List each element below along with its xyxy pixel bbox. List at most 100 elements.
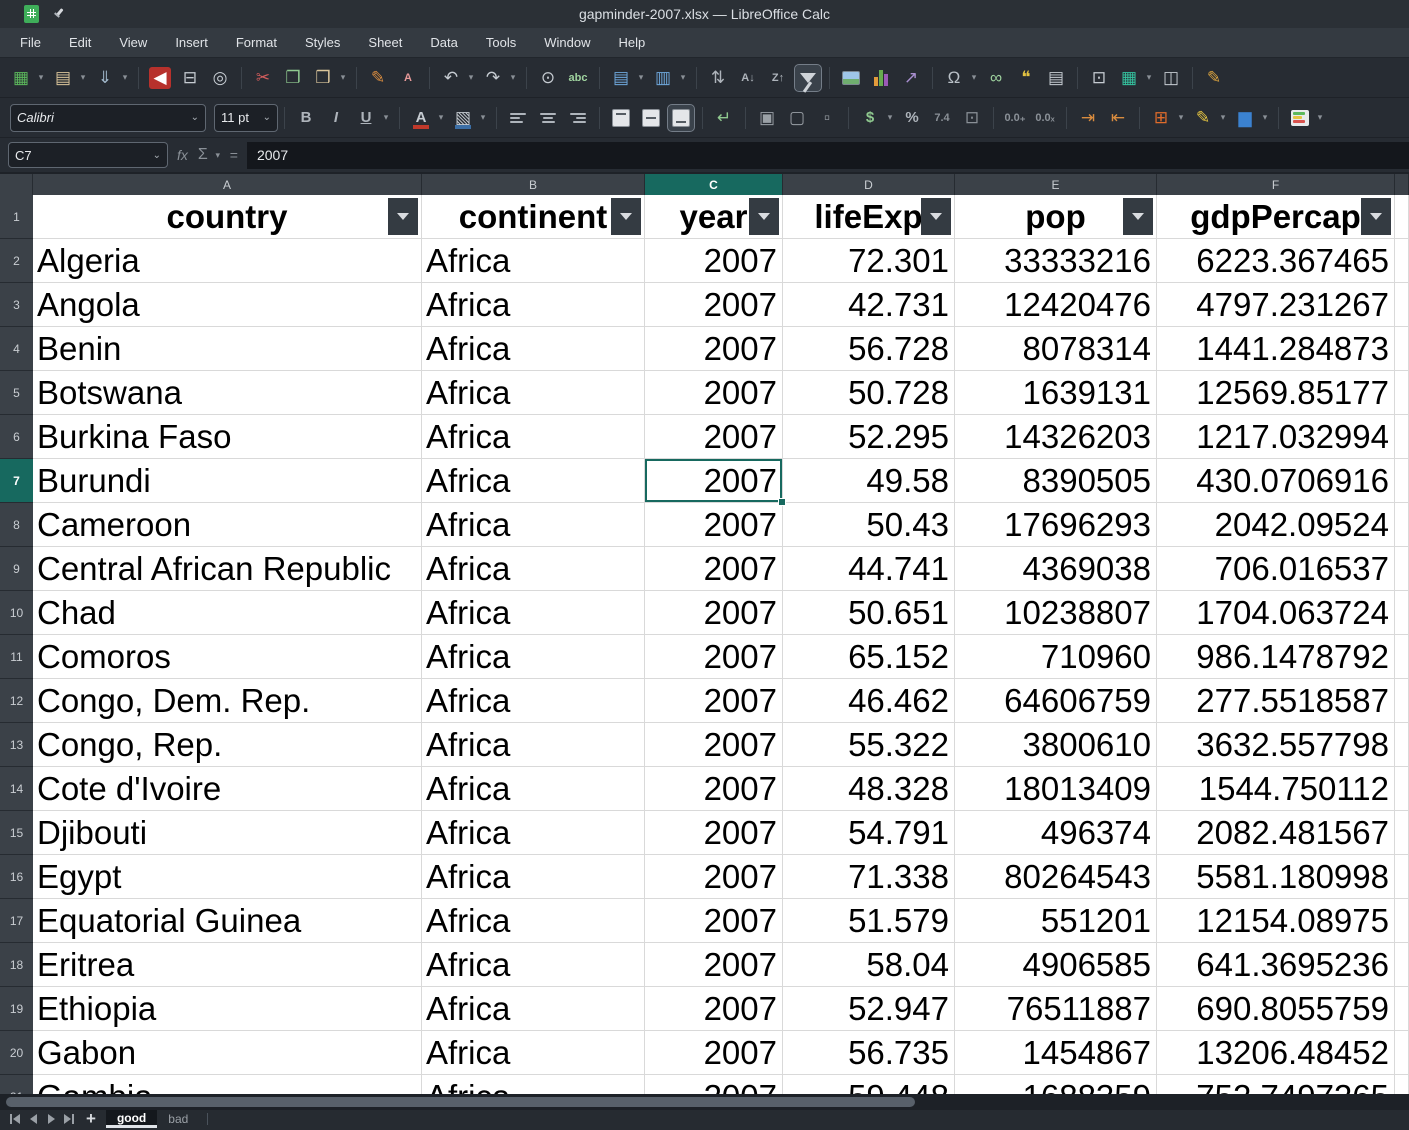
cell-A7[interactable]: Burundi — [33, 459, 422, 503]
cell-E11[interactable]: 710960 — [955, 635, 1157, 679]
special-character-icon[interactable]: Ω — [941, 65, 967, 91]
row-icon[interactable]: ▤ — [608, 65, 634, 91]
freeze-rows-columns-dropdown[interactable]: ▾ — [1144, 65, 1154, 91]
cell-F16[interactable]: 5581.180998 — [1157, 855, 1395, 899]
autofilter-button-year[interactable] — [749, 198, 779, 235]
cell-E3[interactable]: 12420476 — [955, 283, 1157, 327]
cell-A12[interactable]: Congo, Dem. Rep. — [33, 679, 422, 723]
cell-C10[interactable]: 2007 — [645, 591, 783, 635]
insert-hyperlink-icon[interactable]: ∞ — [983, 65, 1009, 91]
decrease-indent-icon[interactable]: ⇤ — [1105, 105, 1131, 131]
currency-icon[interactable]: $ — [857, 105, 883, 131]
cell-D7[interactable]: 49.58 — [783, 459, 955, 503]
cell-E12[interactable]: 64606759 — [955, 679, 1157, 723]
cell-B20[interactable]: Africa — [422, 1031, 645, 1075]
cell-B4[interactable]: Africa — [422, 327, 645, 371]
align-top-icon[interactable] — [608, 105, 634, 131]
menu-styles[interactable]: Styles — [291, 31, 354, 54]
cell-C14[interactable]: 2007 — [645, 767, 783, 811]
cell-A19[interactable]: Ethiopia — [33, 987, 422, 1031]
cell-D8[interactable]: 50.43 — [783, 503, 955, 547]
cell-E9[interactable]: 4369038 — [955, 547, 1157, 591]
cell-D1[interactable]: lifeExp — [783, 195, 955, 239]
align-left-icon[interactable] — [505, 105, 531, 131]
cell-F9[interactable]: 706.016537 — [1157, 547, 1395, 591]
redo-icon[interactable]: ↷ — [480, 65, 506, 91]
cell-C16[interactable]: 2007 — [645, 855, 783, 899]
cell-A16[interactable]: Egypt — [33, 855, 422, 899]
cell-C18[interactable]: 2007 — [645, 943, 783, 987]
open-icon[interactable]: ▤ — [50, 65, 76, 91]
sort-icon[interactable]: ⇅ — [705, 65, 731, 91]
cell-C9[interactable]: 2007 — [645, 547, 783, 591]
row-header-5[interactable]: 5 — [0, 371, 33, 415]
cell-F6[interactable]: 1217.032994 — [1157, 415, 1395, 459]
row-header-20[interactable]: 20 — [0, 1031, 33, 1075]
font-name-select[interactable]: Calibri ⌄ — [10, 103, 206, 132]
italic-icon[interactable]: I — [323, 105, 349, 131]
menu-window[interactable]: Window — [530, 31, 604, 54]
pivot-table-icon[interactable]: ↗ — [898, 65, 924, 91]
cell-D19[interactable]: 52.947 — [783, 987, 955, 1031]
print-preview-icon[interactable]: ◎ — [207, 65, 233, 91]
cell-F5[interactable]: 12569.85177 — [1157, 371, 1395, 415]
row-header-17[interactable]: 17 — [0, 899, 33, 943]
clone-formatting-icon[interactable]: ✎ — [365, 65, 391, 91]
border-color-dropdown[interactable]: ▾ — [1260, 105, 1270, 131]
cell-E6[interactable]: 14326203 — [955, 415, 1157, 459]
cell-C3[interactable]: 2007 — [645, 283, 783, 327]
cell-E7[interactable]: 8390505 — [955, 459, 1157, 503]
cell-A4[interactable]: Benin — [33, 327, 422, 371]
font-size-select[interactable]: 11 pt ⌄ — [214, 103, 278, 132]
cell-E21[interactable]: 1688359 — [955, 1075, 1157, 1094]
cell-C21[interactable]: 2007 — [645, 1075, 783, 1094]
col-header-D[interactable]: D — [783, 174, 955, 195]
next-sheet-button[interactable] — [44, 1112, 58, 1126]
undo-icon[interactable]: ↶ — [438, 65, 464, 91]
autofilter-button-lifeExp[interactable] — [921, 198, 951, 235]
cell-C15[interactable]: 2007 — [645, 811, 783, 855]
sort-ascending-icon[interactable]: A↓ — [735, 65, 761, 91]
cell-C1[interactable]: year — [645, 195, 783, 239]
borders-dropdown[interactable]: ▾ — [1176, 105, 1186, 131]
row-header-11[interactable]: 11 — [0, 635, 33, 679]
row-header-2[interactable]: 2 — [0, 239, 33, 283]
cell-F7[interactable]: 430.0706916 — [1157, 459, 1395, 503]
cell-B14[interactable]: Africa — [422, 767, 645, 811]
cell-D13[interactable]: 55.322 — [783, 723, 955, 767]
cell-C8[interactable]: 2007 — [645, 503, 783, 547]
cell-A5[interactable]: Botswana — [33, 371, 422, 415]
cell-D17[interactable]: 51.579 — [783, 899, 955, 943]
cell-C12[interactable]: 2007 — [645, 679, 783, 723]
row-header-16[interactable]: 16 — [0, 855, 33, 899]
cell-E16[interactable]: 80264543 — [955, 855, 1157, 899]
cell-E17[interactable]: 551201 — [955, 899, 1157, 943]
row-header-8[interactable]: 8 — [0, 503, 33, 547]
selection-fill-handle[interactable] — [778, 498, 786, 506]
chevron-down-icon[interactable]: ▾ — [213, 142, 223, 168]
cell-A18[interactable]: Eritrea — [33, 943, 422, 987]
cell-E5[interactable]: 1639131 — [955, 371, 1157, 415]
cell-D10[interactable]: 50.651 — [783, 591, 955, 635]
cell-F12[interactable]: 277.5518587 — [1157, 679, 1395, 723]
headers-footers-icon[interactable]: ▤ — [1043, 65, 1069, 91]
cell-A11[interactable]: Comoros — [33, 635, 422, 679]
previous-sheet-button[interactable] — [26, 1112, 40, 1126]
row-header-19[interactable]: 19 — [0, 987, 33, 1031]
cell-A2[interactable]: Algeria — [33, 239, 422, 283]
name-box[interactable]: C7 ⌄ — [8, 142, 168, 168]
cell-C2[interactable]: 2007 — [645, 239, 783, 283]
border-style-icon[interactable]: ✎ — [1190, 105, 1216, 131]
align-right-icon[interactable] — [565, 105, 591, 131]
cell-F11[interactable]: 986.1478792 — [1157, 635, 1395, 679]
menu-format[interactable]: Format — [222, 31, 291, 54]
cell-F8[interactable]: 2042.09524 — [1157, 503, 1395, 547]
menu-tools[interactable]: Tools — [472, 31, 530, 54]
cell-C6[interactable]: 2007 — [645, 415, 783, 459]
cell-F20[interactable]: 13206.48452 — [1157, 1031, 1395, 1075]
cell-B15[interactable]: Africa — [422, 811, 645, 855]
cell-D5[interactable]: 50.728 — [783, 371, 955, 415]
row-header-13[interactable]: 13 — [0, 723, 33, 767]
cell-F15[interactable]: 2082.481567 — [1157, 811, 1395, 855]
export-pdf-icon[interactable]: ◀ — [149, 66, 171, 89]
